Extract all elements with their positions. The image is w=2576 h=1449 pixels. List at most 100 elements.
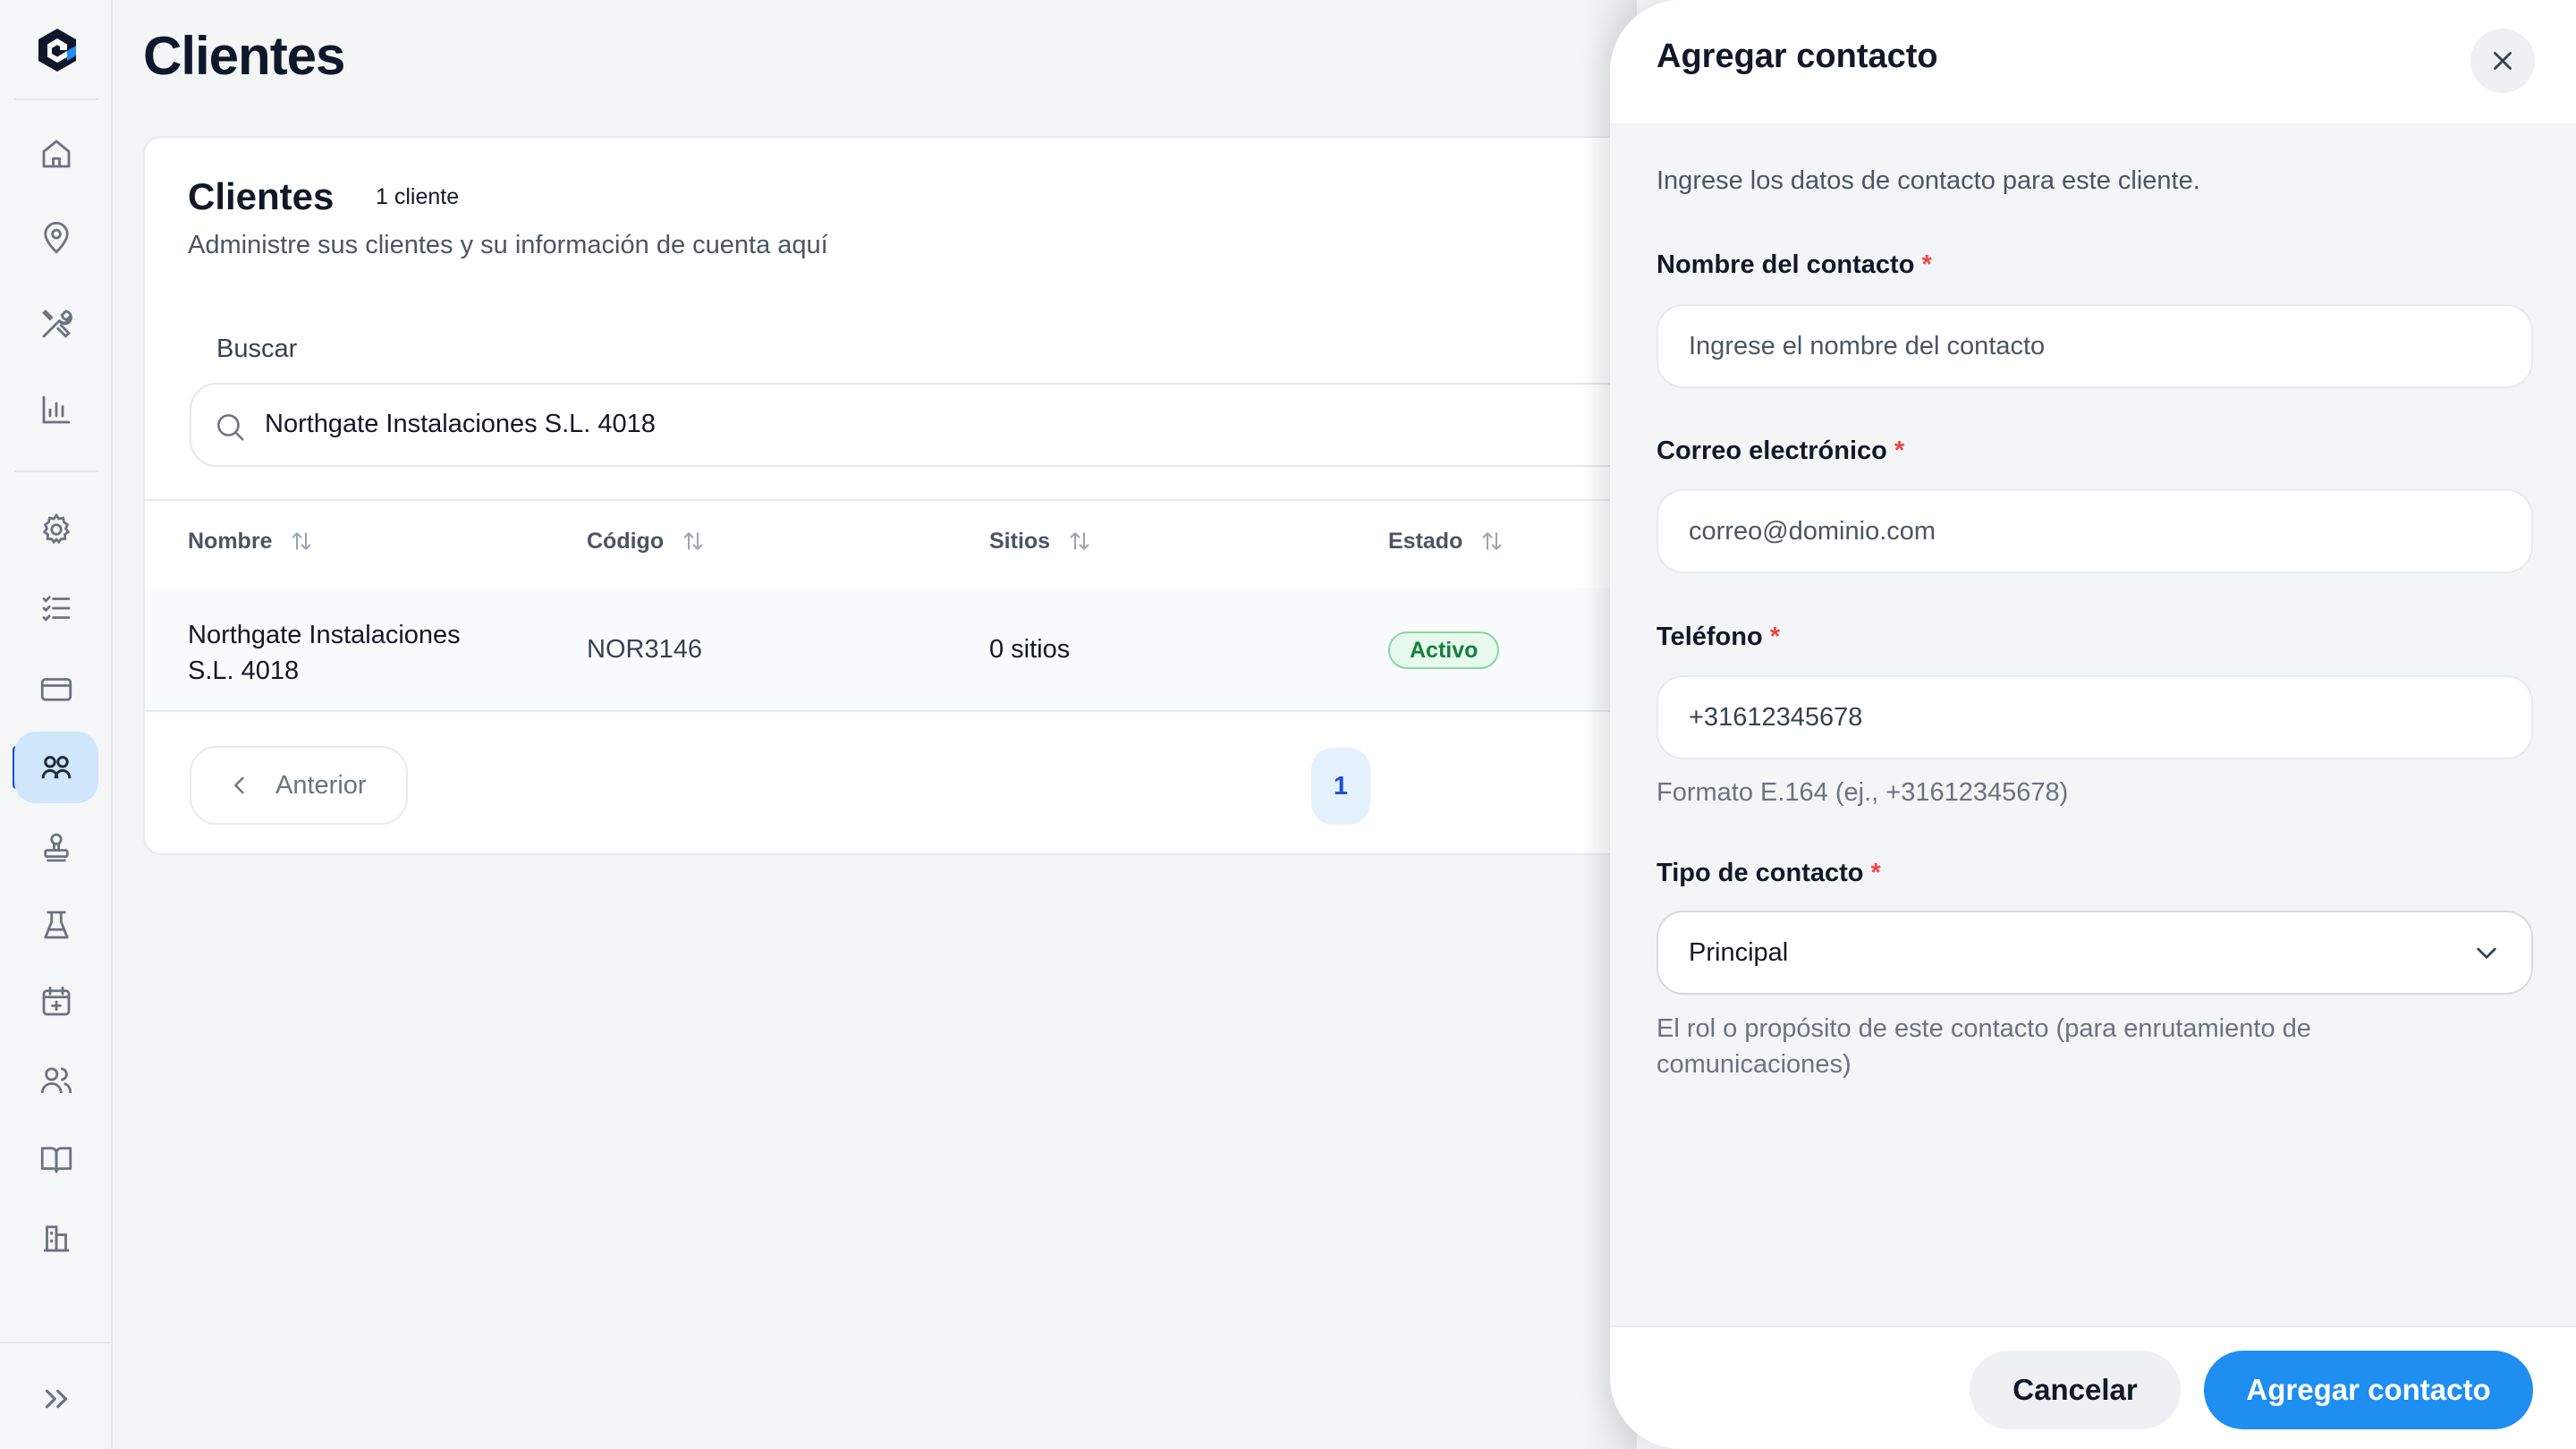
sort-icon — [292, 532, 311, 550]
stamp-icon — [44, 833, 69, 862]
clients-icon — [41, 756, 72, 779]
sidebar-item-schedule[interactable] — [14, 966, 98, 1038]
bar-chart-icon — [42, 395, 71, 424]
field-label-text: Teléfono — [1657, 623, 1763, 651]
close-icon — [2494, 52, 2512, 70]
contact-type-select[interactable]: Principal — [1657, 911, 2533, 995]
status-badge: Activo — [1388, 631, 1500, 669]
page-title: Clientes — [143, 26, 345, 86]
sidebar-item-billing[interactable] — [14, 653, 98, 724]
sidebar-divider — [0, 1342, 111, 1343]
sidebar-divider — [14, 470, 98, 472]
phone-label: Teléfono * — [1657, 623, 1780, 652]
app-logo[interactable] — [32, 25, 82, 75]
client-sites-cell: 0 sitios — [989, 635, 1071, 664]
email-label: Correo electrónico * — [1657, 436, 1904, 466]
search-value: Northgate Instalaciones S.L. 4018 — [265, 410, 656, 438]
column-label: Nombre — [188, 528, 273, 554]
search-input[interactable]: Northgate Instalaciones S.L. 4018 — [190, 383, 1751, 467]
email-field[interactable]: correo@dominio.com — [1657, 489, 2533, 573]
sidebar-item-locations[interactable] — [14, 202, 98, 274]
buildings-icon — [44, 1225, 69, 1252]
users-icon — [40, 1067, 72, 1094]
phone-field[interactable]: +31612345678 — [1657, 675, 2533, 759]
column-label: Sitios — [989, 528, 1051, 554]
column-header-status[interactable]: Estado — [1388, 528, 1505, 555]
column-label: Código — [587, 528, 665, 554]
chevron-left-icon — [234, 776, 244, 794]
add-contact-button[interactable]: Agregar contacto — [2204, 1351, 2533, 1429]
close-button[interactable] — [2470, 29, 2535, 93]
required-marker: * — [1769, 623, 1780, 651]
field-label-text: Correo electrónico — [1657, 436, 1887, 465]
required-marker: * — [1870, 859, 1881, 887]
contact-type-value: Principal — [1689, 937, 1789, 967]
drawer-title: Agregar contacto — [1657, 38, 1938, 75]
contact-type-label: Tipo de contacto * — [1657, 859, 1881, 888]
flask-icon — [44, 911, 69, 939]
count-badge: 1 cliente — [376, 184, 460, 209]
table-divider — [145, 710, 1751, 712]
search-icon — [217, 414, 244, 441]
previous-page-label: Anterior — [275, 770, 367, 800]
credit-card-icon — [40, 678, 72, 701]
contact-name-input[interactable]: Ingrese el nombre del contacto — [1657, 304, 2533, 388]
client-code-cell: NOR3146 — [587, 635, 702, 664]
sidebar-item-settings[interactable] — [14, 494, 98, 565]
phone-hint: Formato E.164 (ej., +31612345678) — [1657, 778, 2069, 807]
previous-page-button[interactable]: Anterior — [190, 746, 408, 825]
drawer-description: Ingrese los datos de contacto para este … — [1657, 166, 2200, 195]
column-header-sites[interactable]: Sitios — [989, 528, 1093, 555]
table-divider — [145, 499, 1751, 501]
sidebar-item-team[interactable] — [14, 1045, 98, 1116]
contact-name-label: Nombre del contacto * — [1657, 250, 1932, 280]
add-contact-drawer: Agregar contacto Ingrese los datos de co… — [1610, 0, 2576, 1449]
drawer-footer: Cancelar Agregar contacto — [1610, 1326, 2576, 1449]
checklist-icon — [42, 596, 71, 622]
phone-value: +31612345678 — [1689, 702, 1863, 732]
sidebar — [0, 0, 113, 1449]
cancel-button[interactable]: Cancelar — [1970, 1351, 2181, 1429]
sidebar-item-approvals[interactable] — [14, 812, 98, 884]
sidebar-item-tools[interactable] — [14, 288, 98, 360]
sidebar-item-clients[interactable] — [14, 732, 98, 803]
page-number-button[interactable]: 1 — [1311, 748, 1370, 825]
sidebar-item-lab[interactable] — [14, 889, 98, 961]
required-marker: * — [1921, 250, 1932, 279]
drawer-header: Agregar contacto — [1610, 0, 2576, 123]
tools-icon — [42, 309, 72, 338]
sidebar-expand-button[interactable] — [14, 1363, 98, 1435]
chevrons-right-icon — [45, 1389, 68, 1409]
required-marker: * — [1894, 436, 1905, 465]
settings-icon — [42, 513, 71, 545]
client-name-line: Northgate Instalaciones — [188, 621, 461, 649]
map-pin-icon — [44, 221, 69, 254]
card-subtitle: Administre sus clientes y su información… — [188, 231, 828, 259]
column-header-name[interactable]: Nombre — [188, 528, 315, 555]
sidebar-item-home[interactable] — [14, 118, 98, 190]
client-name-cell: Northgate Instalaciones S.L. 4018 — [188, 617, 461, 689]
field-label-text: Tipo de contacto — [1657, 859, 1864, 887]
sidebar-item-buildings[interactable] — [14, 1202, 98, 1274]
sort-icon — [683, 532, 703, 550]
sidebar-divider — [14, 98, 98, 100]
book-icon — [40, 1147, 72, 1174]
column-label: Estado — [1388, 528, 1463, 554]
sort-icon — [1482, 532, 1502, 550]
sidebar-item-docs[interactable] — [14, 1123, 98, 1195]
search-label: Buscar — [216, 335, 298, 363]
calendar-add-icon — [42, 986, 71, 1016]
sort-icon — [1070, 532, 1089, 550]
home-icon — [42, 140, 71, 168]
contact-name-placeholder: Ingrese el nombre del contacto — [1689, 331, 2046, 360]
card-title: Clientes — [188, 175, 335, 217]
email-placeholder: correo@dominio.com — [1689, 516, 1936, 546]
clients-card: Clientes 1 cliente Administre sus client… — [143, 136, 1753, 855]
field-label-text: Nombre del contacto — [1657, 250, 1915, 279]
sidebar-item-tasks[interactable] — [14, 572, 98, 644]
column-header-code[interactable]: Código — [587, 528, 707, 555]
sidebar-item-reports[interactable] — [14, 374, 98, 445]
chevron-down-icon — [2477, 947, 2496, 959]
contact-type-hint: El rol o propósito de este contacto (par… — [1657, 1014, 2311, 1079]
client-name-line: S.L. 4018 — [188, 657, 300, 685]
